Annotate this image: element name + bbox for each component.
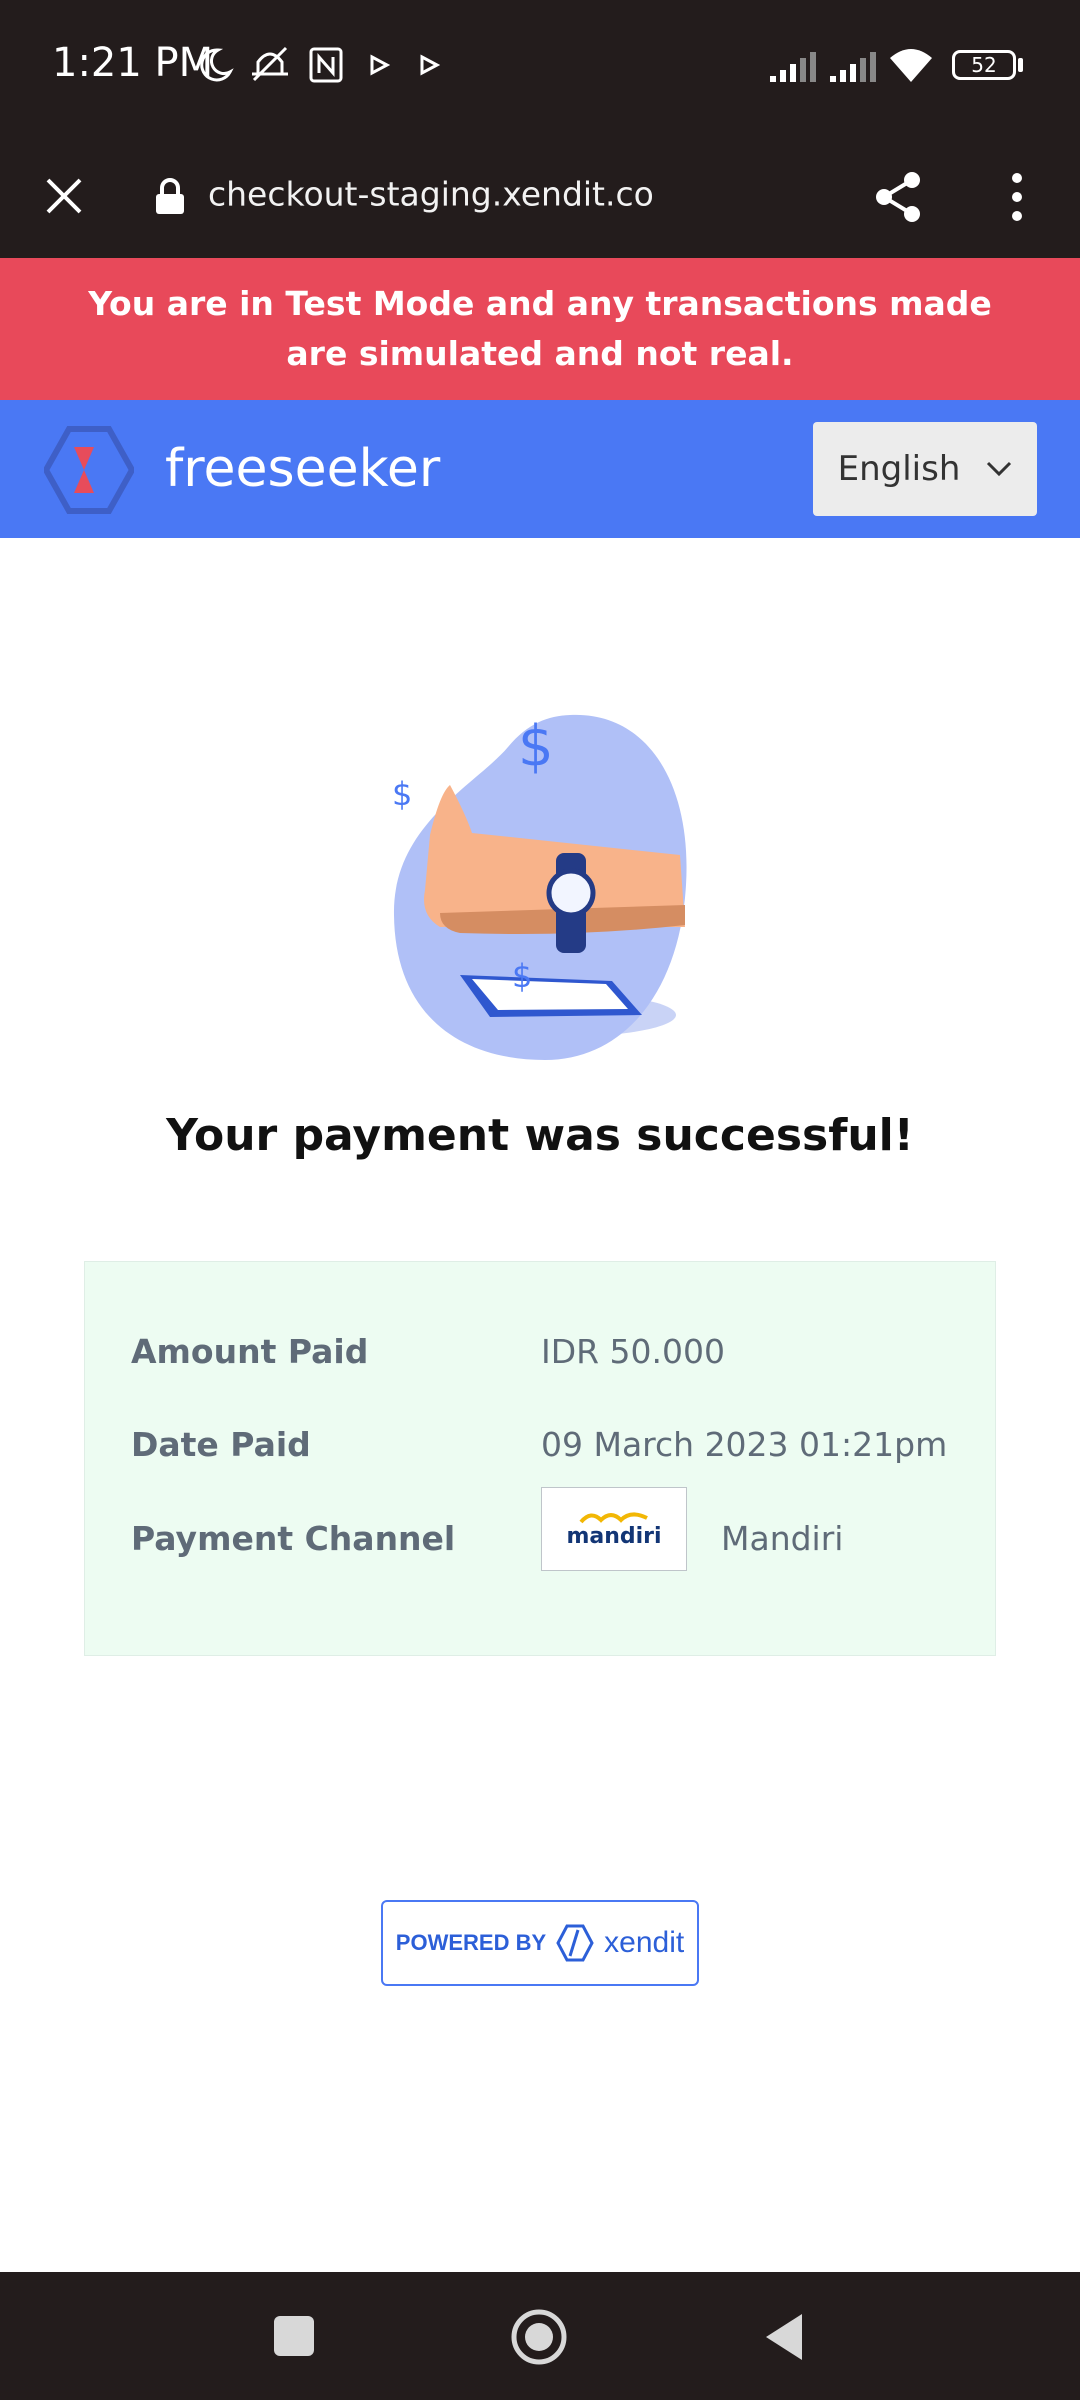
recents-button[interactable]: [274, 2316, 314, 2356]
lock-icon: [156, 178, 184, 214]
xendit-logo-icon: [556, 1924, 594, 1962]
test-mode-banner: You are in Test Mode and any transaction…: [0, 258, 1080, 400]
test-mode-text: You are in Test Mode and any transaction…: [88, 284, 992, 373]
share-icon[interactable]: [872, 170, 924, 224]
mute-icon: [252, 46, 288, 82]
svg-text:$: $: [512, 957, 532, 995]
battery-icon: 52: [952, 50, 1016, 80]
battery-level: 52: [971, 53, 997, 77]
merchant-name: freeseeker: [165, 439, 441, 499]
nfc-icon: [309, 47, 343, 83]
status-time: 1:21 PM: [52, 40, 214, 86]
home-button[interactable]: [510, 2308, 568, 2366]
merchant-logo-icon: [44, 426, 134, 514]
moon-icon: [200, 48, 234, 82]
browser-toolbar: checkout-staging.xendit.co: [0, 130, 1080, 258]
channel-label: Payment Channel: [131, 1519, 456, 1558]
language-label: English: [837, 449, 961, 489]
close-icon[interactable]: [44, 176, 84, 216]
mandiri-logo: mandiri: [541, 1487, 687, 1571]
payment-success-illustration: $ $ $: [392, 714, 687, 1060]
language-selector[interactable]: English: [813, 422, 1037, 516]
play-icon: [370, 54, 390, 76]
signal-icon: [770, 52, 816, 82]
signal-icon: [830, 52, 876, 82]
amount-value: IDR 50.000: [541, 1332, 726, 1371]
battery-cap: [1018, 58, 1023, 72]
more-vert-icon[interactable]: [1008, 172, 1026, 222]
payment-details-card: Amount Paid IDR 50.000 Date Paid 09 Marc…: [84, 1261, 996, 1656]
channel-value: Mandiri: [721, 1519, 844, 1558]
mandiri-logo-text: mandiri: [566, 1523, 662, 1549]
svg-text:$: $: [518, 714, 554, 779]
success-title: Your payment was successful!: [166, 1110, 914, 1161]
play-icon: [420, 54, 440, 76]
powered-by-label: POWERED BY: [395, 1930, 547, 1955]
url-text[interactable]: checkout-staging.xendit.co: [208, 175, 654, 214]
xendit-brand: xendit: [604, 1926, 685, 1959]
date-label: Date Paid: [131, 1425, 311, 1464]
status-bar: 1:21 PM 52: [0, 0, 1080, 130]
date-value: 09 March 2023 01:21pm: [541, 1425, 948, 1464]
merchant-header: freeseeker English: [0, 400, 1080, 538]
svg-text:$: $: [392, 775, 412, 813]
wifi-icon: [890, 49, 932, 82]
system-nav-bar: [0, 2272, 1080, 2400]
amount-label: Amount Paid: [131, 1332, 369, 1371]
powered-by-badge[interactable]: POWERED BY xendit: [381, 1900, 699, 1986]
chevron-down-icon: [987, 461, 1012, 477]
back-button[interactable]: [762, 2312, 804, 2362]
